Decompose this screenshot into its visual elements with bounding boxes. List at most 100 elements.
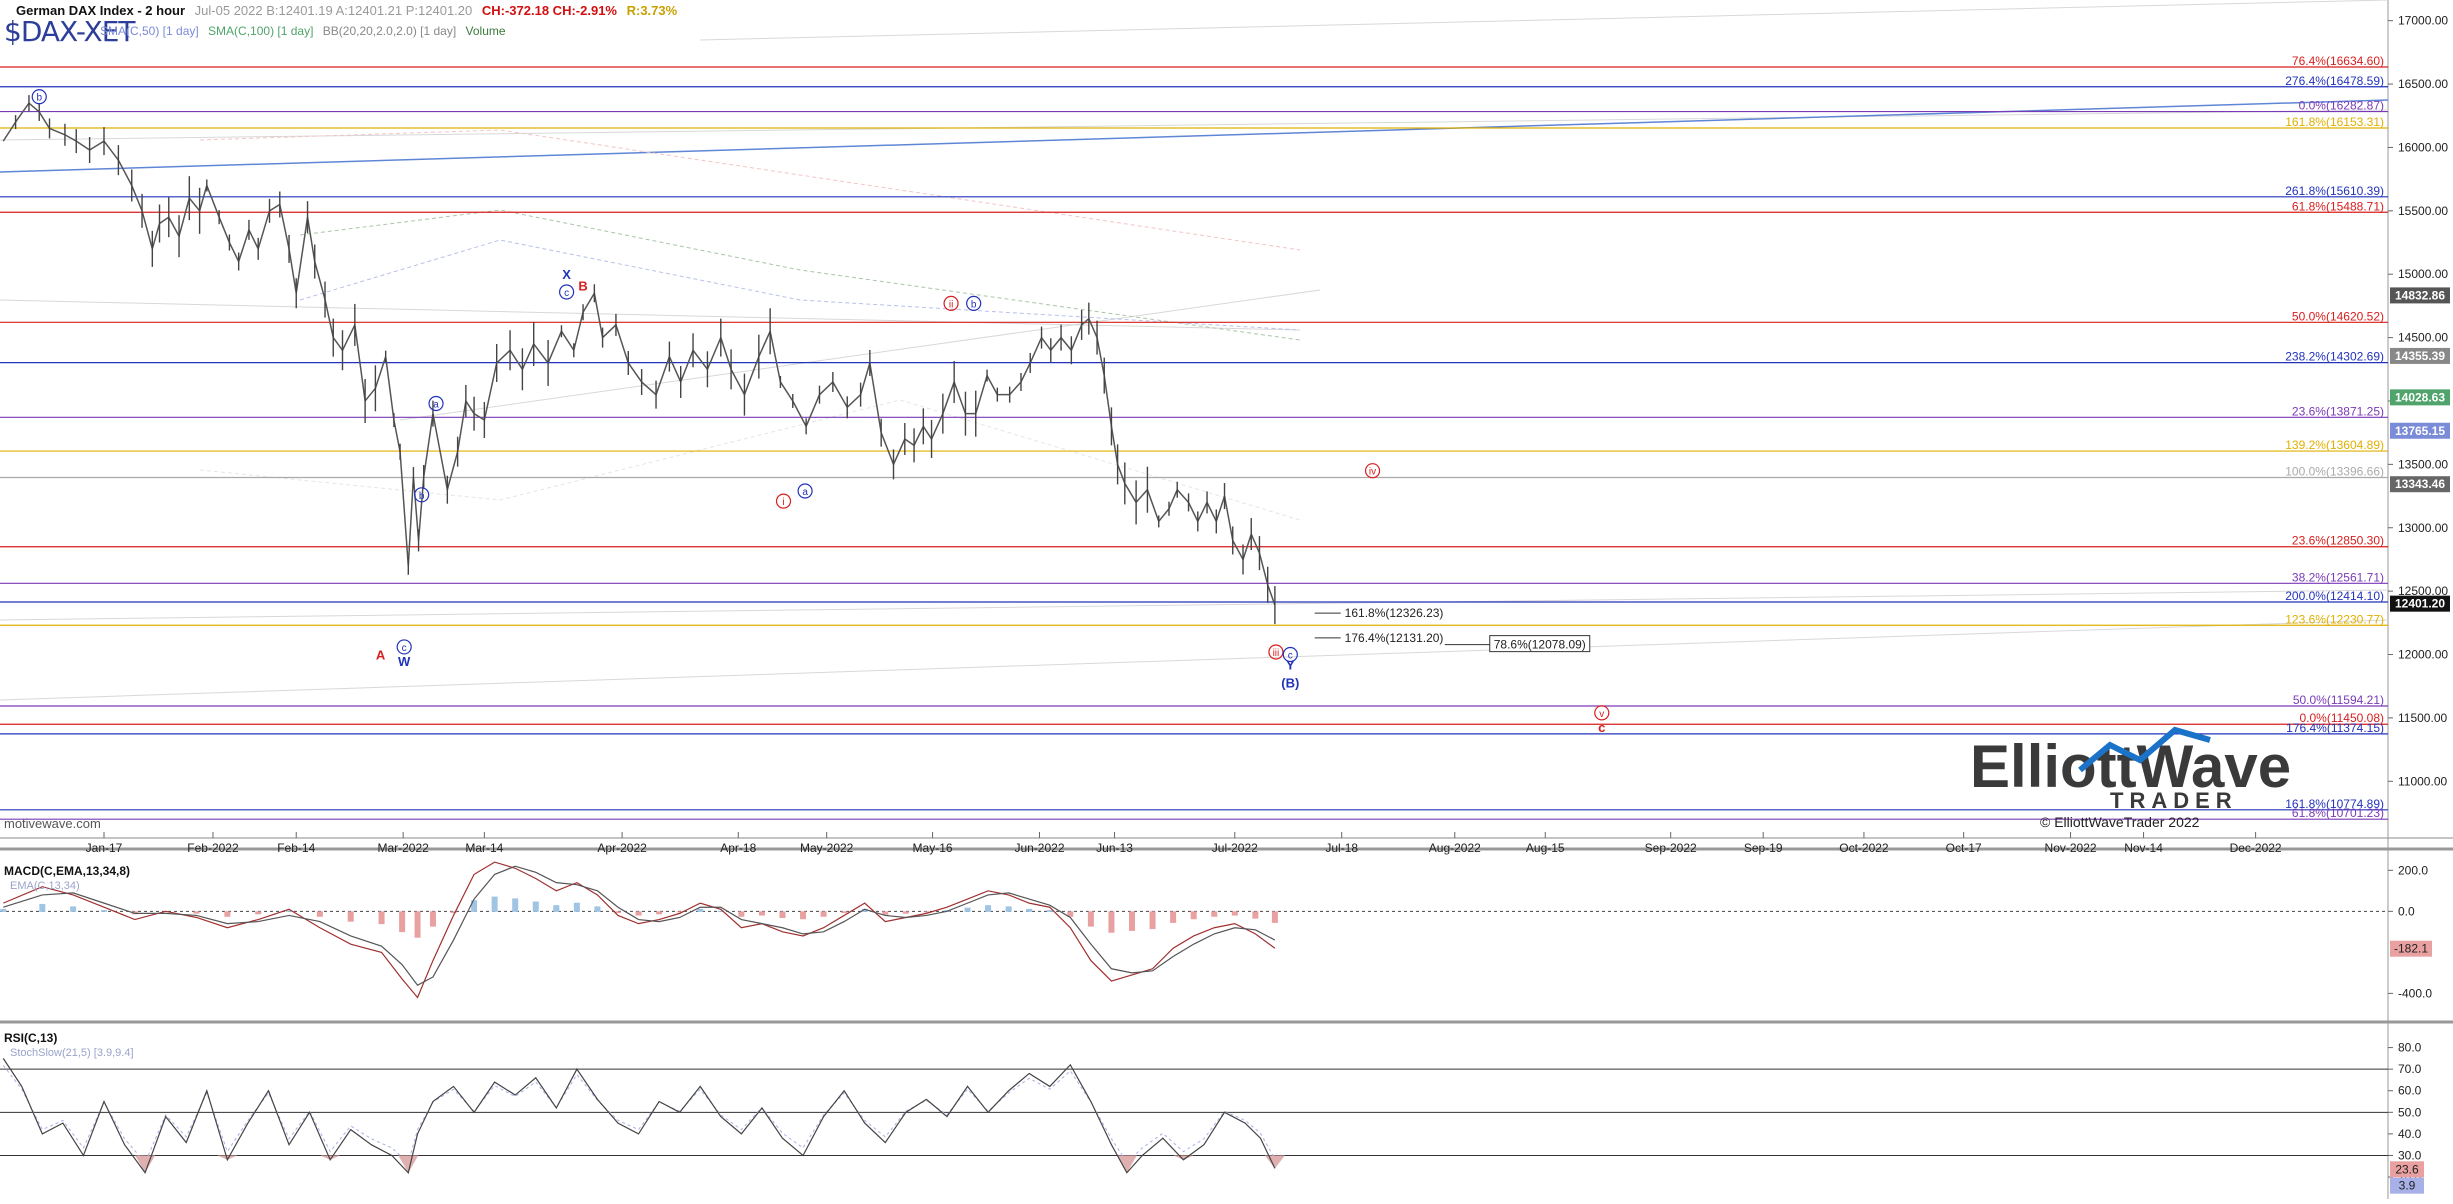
macd-hist-bar-31 [758,911,765,916]
macd-hist-bar-34 [820,911,827,917]
rsi-tick-label-2: 60.0 [2398,1084,2422,1098]
studies-legend: SMA(C,50) [1 day] SMA(C,100) [1 day] BB(… [100,24,512,38]
macd-hist-bar-54 [1231,911,1238,916]
macd-hist-bar-10 [316,911,323,917]
price-tick-label-10: 16000.00 [2398,140,2448,154]
wave-label-6: X [562,267,571,282]
motivewave-watermark: motivewave.com [4,816,101,831]
fib-label-14: 123.6%(12230.77) [2285,612,2384,626]
fib-label-9: 139.2%(13604.89) [2285,438,2384,452]
macd-hist-bar-6 [193,911,200,914]
wave-label-12: a [802,487,808,498]
macd-hist-bar-12 [378,911,385,925]
macd-hist-bar-22 [573,902,580,912]
wave-label-19: c [1598,720,1605,735]
macd-hist-bar-41 [964,907,971,912]
macd-hist-bar-3 [101,910,107,912]
chart-svg: 76.4%(16634.60) 276.4%(16478.59) 0.0%(1628… [0,0,2453,1199]
fib-label-15: 50.0%(11594.21) [2293,693,2384,707]
macd-hist-bar-44 [1026,908,1033,912]
rsi-panel-bg [0,1022,2453,1199]
macd-hist-bar-56 [1271,911,1278,923]
study-sma100[interactable]: SMA(C,100) [1 day] [208,24,313,38]
fib-label-12: 38.2%(12561.71) [2292,570,2384,584]
wave-label-13: iv [1369,467,1376,478]
price-tick-label-11: 16500.00 [2398,77,2448,91]
macd-hist-bar-33 [800,911,807,920]
date-tick-label-11: Jul-2022 [1212,841,1258,855]
macd-hist-bar-26 [656,911,663,915]
wave-label-17: (B) [1281,675,1299,690]
date-tick-label-18: Oct-17 [1946,841,1982,855]
macd-hist-bar-50 [1149,911,1156,930]
price-tick-label-7: 14500.00 [2398,331,2448,345]
macd-hist-bar-1 [39,903,46,912]
macd-hist-bar-51 [1170,911,1177,923]
date-tick-label-14: Aug-15 [1526,841,1565,855]
price-tick-label-8: 15000.00 [2398,267,2448,281]
target-label-2: 78.6%(12078.09) [1494,638,1586,652]
macd-hist-bar-2 [70,906,77,912]
date-tick-label-8: May-16 [913,841,953,855]
price-tick-label-1: 11500.00 [2398,711,2447,725]
study-sma50[interactable]: SMA(C,50) [1 day] [100,24,199,38]
price-tick-label-2: 12000.00 [2398,648,2448,662]
date-tick-label-6: Apr-18 [720,841,756,855]
wave-label-7: c [564,288,569,299]
date-tick-label-0: Jan-17 [86,841,123,855]
price-tick-label-12: 17000.00 [2398,14,2448,28]
fib-label-8: 23.6%(13871.25) [2292,404,2384,418]
wave-label-2: c [402,643,407,654]
macd-hist-bar-19 [512,898,519,912]
date-tick-label-13: Aug-2022 [1429,841,1481,855]
price-badge-label-1: 14355.39 [2395,349,2445,363]
macd-hist-bar-53 [1211,911,1218,917]
study-volume[interactable]: Volume [466,24,506,38]
price-badge-label-0: 14832.86 [2395,288,2445,302]
study-bb[interactable]: BB(20,20,2.0,2.0) [1 day] [323,24,456,38]
macd-hist-bar-35 [841,911,848,914]
price-tick-label-5: 13500.00 [2398,457,2448,471]
wave-label-14: iii [1273,648,1280,659]
price-badge-label-4: 13343.46 [2395,477,2445,491]
macd-hist-bar-32 [779,911,786,918]
date-tick-label-1: Feb-2022 [187,841,239,855]
fib-label-17: 176.4%(11374.15) [2286,721,2384,735]
macd-hist-bar-20 [532,901,539,912]
macd-title: MACD(C,EMA,13,34,8) [4,864,131,878]
rsi-tick-label-1: 70.0 [2398,1062,2422,1076]
price-tick-label-9: 15500.00 [2398,204,2448,218]
rsi-tick-label-0: 80.0 [2398,1041,2422,1055]
copyright-label: © ElliottWaveTrader 2022 [2040,814,2200,830]
macd-hist-bar-42 [985,905,992,912]
macd-hist-bar-48 [1108,911,1115,933]
wave-label-11: i [782,497,784,508]
wave-label-1: A [376,648,386,663]
range-info: R:3.73% [626,3,678,18]
macd-hist-bar-8 [255,911,262,915]
wave-label-3: W [398,654,411,669]
rsi-subtitle: StochSlow(21,5) [3.9,9.4] [10,1047,134,1059]
macd-hist-bar-45 [1046,910,1053,912]
price-badge-label-3: 13765.15 [2395,424,2445,438]
macd-tick-label-2: -400.0 [2398,986,2432,1000]
wave-label-18: v [1599,709,1604,720]
date-tick-label-15: Sep-2022 [1645,841,1697,855]
wave-label-0: b [36,93,42,104]
macd-hist-bar-11 [347,911,354,922]
macd-hist-bar-38 [902,911,909,914]
fib-label-19: 61.8%(10701.23) [2292,806,2384,820]
macd-subtitle: EMA(C,13,34) [10,880,80,892]
date-tick-label-7: May-2022 [800,841,854,855]
date-tick-label-12: Jul-18 [1325,841,1358,855]
macd-hist-bar-43 [1005,906,1012,912]
date-tick-label-2: Feb-14 [277,841,315,855]
macd-hist-bar-14 [414,911,421,938]
macd-hist-bar-55 [1252,911,1259,919]
fib-label-3: 161.8%(16153.31) [2285,115,2384,129]
rsi-tick-label-4: 40.0 [2398,1127,2422,1141]
target-label-0: 161.8%(12326.23) [1345,606,1444,620]
wave-label-9: ii [949,299,953,310]
macd-hist-bar-28 [697,908,704,912]
fib-label-6: 50.0%(14620.52) [2292,309,2384,323]
